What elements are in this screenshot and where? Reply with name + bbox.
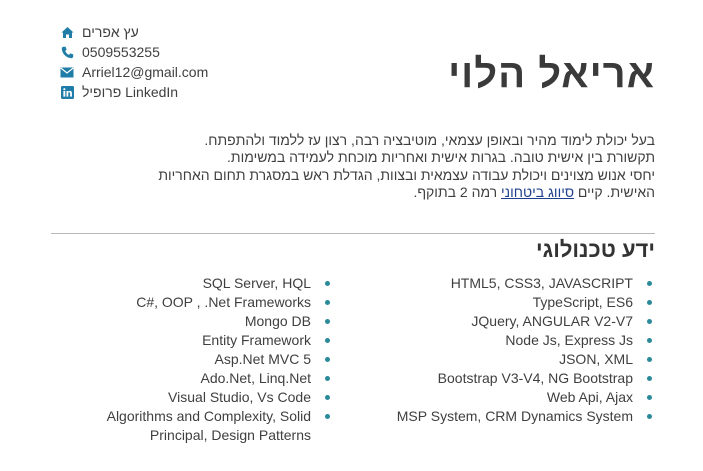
skill-item: Visual Studio, Vs Code [83,388,333,407]
contact-info: עץ אפרים 0509553255 Arriel12@gmail.com L… [60,22,280,102]
bullet-icon [325,376,330,381]
linkedin-text[interactable]: LinkedIn פרופיל [82,84,178,100]
bullet-icon [325,281,330,286]
email-text[interactable]: Arriel12@gmail.com [82,64,208,80]
skill-item: Node Js, Express Js [335,331,655,350]
linkedin-icon[interactable] [60,85,74,99]
phone-text[interactable]: 0509553255 [82,44,160,60]
skill-item: Bootstrap V3-V4, NG Bootstrap [335,369,655,388]
skill-item: Ado.Net, Linq.Net [83,369,333,388]
summary-line-4-suffix: רמה 2 בתוקף. [413,183,498,200]
summary-line-3: יחסי אנוש מצוינים ויכולת עבודה עצמאית וב… [158,166,655,183]
contact-linkedin[interactable]: LinkedIn פרופיל [60,82,280,102]
summary: בעל יכולת לימוד מהיר ובאופן עצמאי, מוטיב… [55,132,655,201]
bullet-icon [325,338,330,343]
bullet-icon [647,414,652,419]
skill-item: Web Api, Ajax [335,388,655,407]
skill-item: C#, OOP , .Net Frameworks [83,293,333,312]
contact-address: עץ אפרים [60,22,280,42]
contact-email: Arriel12@gmail.com [60,62,280,82]
bullet-icon [325,395,330,400]
person-name: אריאל הלוי [448,52,655,96]
bullet-icon [325,319,330,324]
skill-item: HTML5, CSS3, JAVASCRIPT [335,274,655,293]
skill-item: Algorithms and Complexity, Solid Princip… [83,407,333,445]
section-divider [51,233,655,234]
summary-line-4-prefix: האישית. קיים [577,183,655,200]
skill-item: MSP System, CRM Dynamics System [335,407,655,426]
summary-line-1: בעל יכולת לימוד מהיר ובאופן עצמאי, מוטיב… [204,132,655,148]
bullet-icon [325,357,330,362]
bullet-icon [325,300,330,305]
bullet-icon [647,300,652,305]
bullet-icon [647,319,652,324]
skill-item: JQuery, ANGULAR V2-V7 [335,312,655,331]
security-clearance-link[interactable]: סיווג ביטחוני [501,184,574,200]
home-icon [60,25,74,39]
bullet-icon [647,357,652,362]
contact-phone: 0509553255 [60,42,280,62]
bullet-icon [647,338,652,343]
skills-section-title: ידע טכנולוגי [536,237,655,262]
bullet-icon [647,395,652,400]
bullet-icon [647,281,652,286]
skill-item: TypeScript, ES6 [335,293,655,312]
skills-list-right: HTML5, CSS3, JAVASCRIPT TypeScript, ES6 … [335,274,655,426]
bullet-icon [325,414,330,419]
address-text: עץ אפרים [82,24,139,40]
skill-item: Entity Framework [83,331,333,350]
skill-item: SQL Server, HQL [83,274,333,293]
bullet-icon [647,376,652,381]
summary-line-2: תקשורת בין אישית טובה. בגרות אישית ואחרי… [227,149,655,166]
skill-item: JSON, XML [335,350,655,369]
summary-line-4: האישית. קיים סיווג ביטחוני רמה 2 בתוקף. [55,184,655,201]
envelope-icon [60,65,74,79]
skill-item: Asp.Net MVC 5 [83,350,333,369]
phone-icon [60,45,74,59]
skills-list-left: SQL Server, HQL C#, OOP , .Net Framework… [83,274,333,445]
skill-item: Mongo DB [83,312,333,331]
